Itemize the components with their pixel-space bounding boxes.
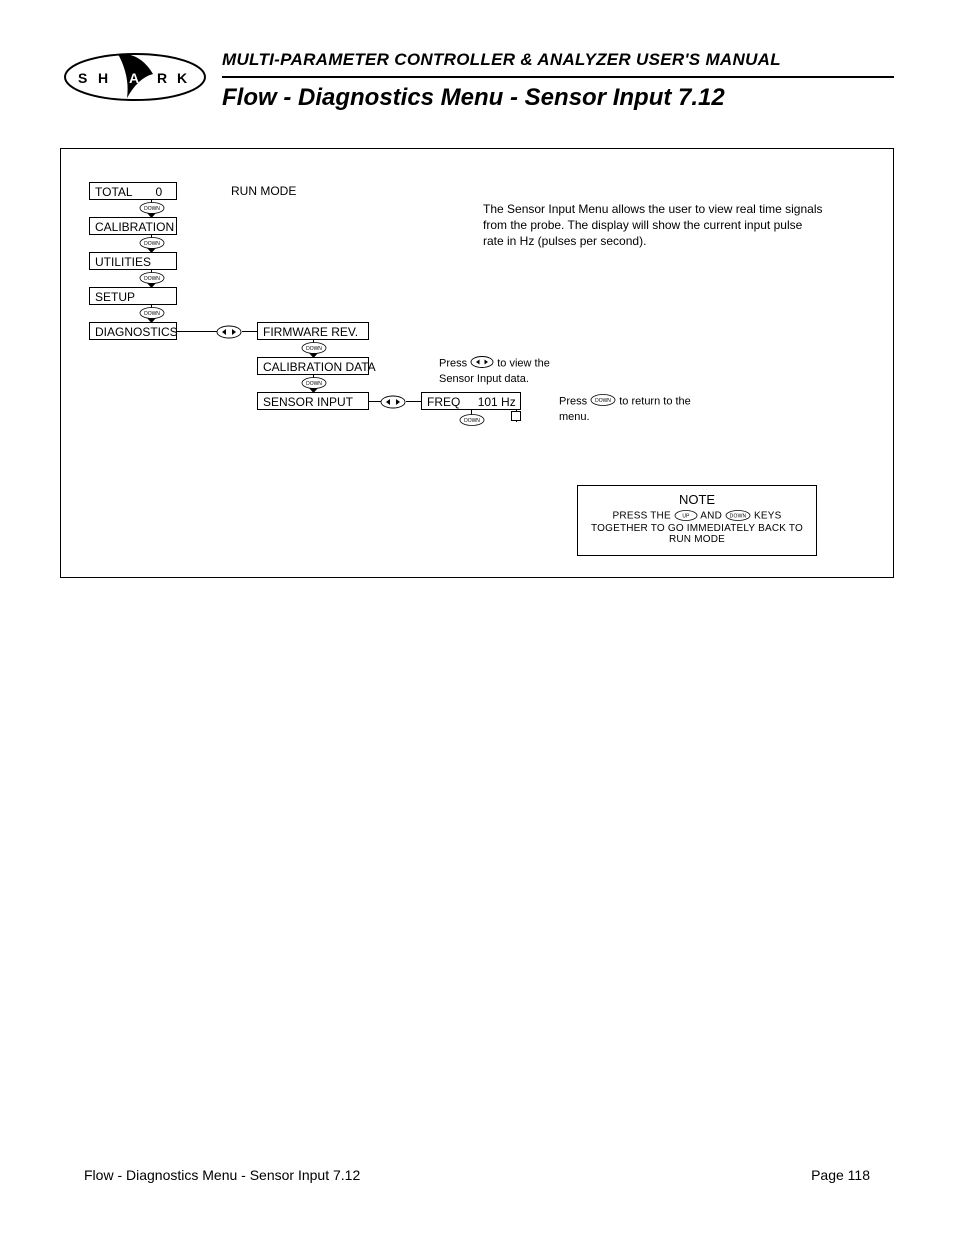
page-footer: Flow - Diagnostics Menu - Sensor Input 7… — [84, 1167, 870, 1183]
down-key-icon: DOWN — [725, 510, 751, 524]
note-box: NOTE PRESS THE UP AND DOWN KEYS TOGETHER… — [577, 485, 817, 556]
page-title: Flow - Diagnostics Menu - Sensor Input 7… — [222, 84, 894, 112]
page-header: S H A R K MULTI-PARAMETER CONTROLLER & A… — [60, 50, 894, 112]
menu-calibration-data: CALIBRATION DATA — [257, 357, 369, 375]
menu-setup: SETUP — [89, 287, 177, 305]
run-mode-label: RUN MODE — [231, 184, 296, 198]
footer-right: Page 118 — [811, 1167, 870, 1183]
note-title: NOTE — [586, 492, 808, 507]
left-right-key-icon — [470, 356, 494, 373]
shark-logo: S H A R K — [60, 50, 210, 105]
instruction-view: Press to view the Sensor Input data. — [439, 355, 569, 387]
svg-text:DOWN: DOWN — [144, 276, 160, 282]
menu-utilities: UTILITIES — [89, 252, 177, 270]
left-right-key-icon — [216, 325, 242, 339]
menu-diagnostics: DIAGNOSTICS — [89, 322, 177, 340]
svg-text:UP: UP — [682, 514, 690, 520]
svg-text:H: H — [98, 70, 108, 86]
svg-text:DOWN: DOWN — [464, 418, 480, 424]
menu-diagram: TOTAL 0 CALIBRATION UTILITIES SETUP DIAG… — [60, 148, 894, 578]
manual-title: MULTI-PARAMETER CONTROLLER & ANALYZER US… — [222, 50, 894, 78]
svg-text:A: A — [129, 70, 139, 86]
left-right-key-icon — [380, 395, 406, 409]
menu-total-value: 0 — [155, 185, 162, 199]
svg-text:DOWN: DOWN — [144, 241, 160, 247]
svg-text:DOWN: DOWN — [306, 381, 322, 387]
up-key-icon: UP — [674, 510, 698, 524]
svg-text:S: S — [78, 70, 93, 86]
menu-freq: FREQ 101 Hz — [421, 392, 521, 410]
svg-text:DOWN: DOWN — [730, 514, 747, 520]
menu-calibration: CALIBRATION — [89, 217, 177, 235]
footer-left: Flow - Diagnostics Menu - Sensor Input 7… — [84, 1167, 360, 1183]
svg-text:R: R — [157, 70, 167, 86]
menu-sensor-input: SENSOR INPUT — [257, 392, 369, 410]
instruction-return: Press DOWN to return to the menu. — [559, 393, 709, 425]
description-text: The Sensor Input Menu allows the user to… — [483, 201, 823, 250]
freq-label: FREQ — [427, 395, 460, 409]
svg-text:DOWN: DOWN — [595, 398, 611, 404]
menu-total: TOTAL 0 — [89, 182, 177, 200]
down-key-icon: DOWN — [459, 414, 485, 426]
down-key-icon: DOWN — [590, 394, 616, 411]
svg-text:K: K — [177, 70, 187, 86]
freq-value: 101 Hz — [478, 395, 516, 409]
menu-total-label: TOTAL — [95, 185, 132, 199]
svg-text:DOWN: DOWN — [306, 346, 322, 352]
svg-text:DOWN: DOWN — [144, 206, 160, 212]
menu-firmware-rev: FIRMWARE REV. — [257, 322, 369, 340]
svg-text:DOWN: DOWN — [144, 311, 160, 317]
loop-marker — [511, 411, 521, 421]
